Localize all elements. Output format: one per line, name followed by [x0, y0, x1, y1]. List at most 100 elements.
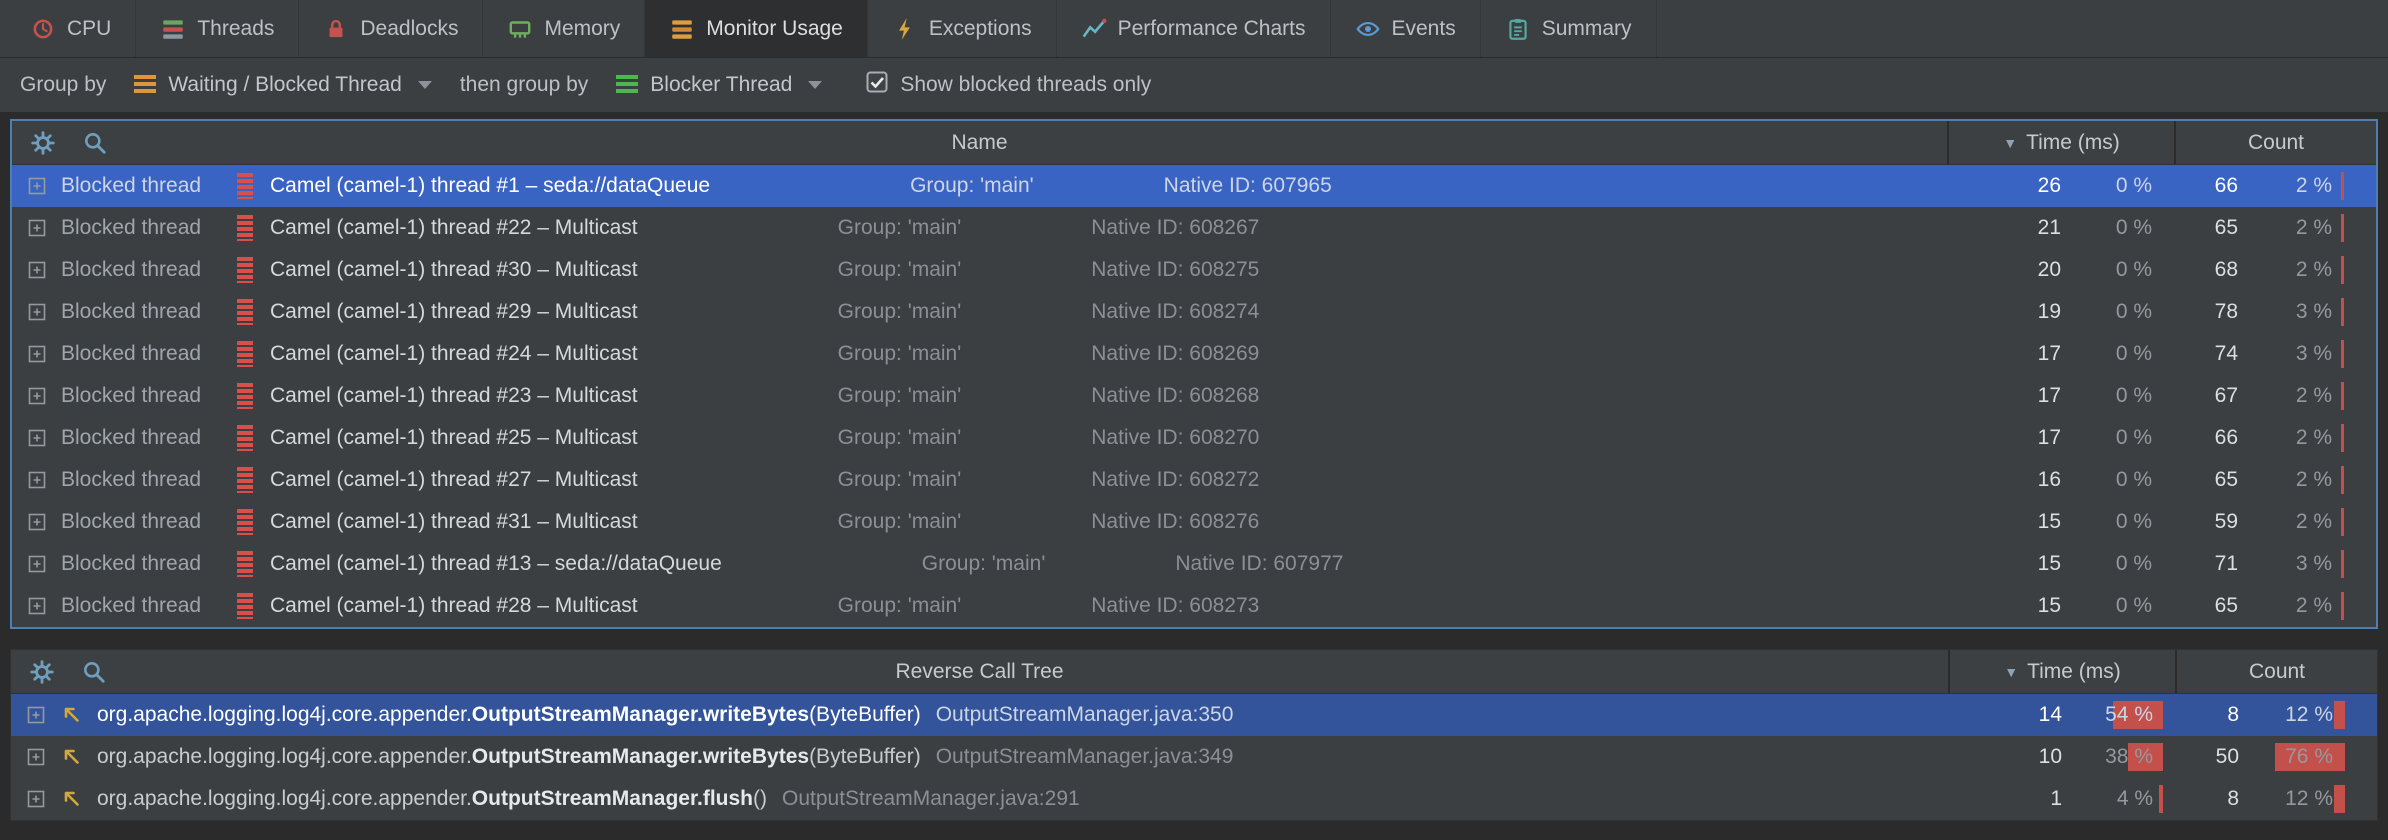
- column-header-name[interactable]: Name: [12, 131, 1947, 155]
- thread-row[interactable]: Blocked thread Camel (camel-1) thread #2…: [12, 333, 2376, 375]
- thread-name: Camel (camel-1) thread #23 – Multicast: [270, 384, 638, 408]
- count-value: 65: [2176, 216, 2238, 240]
- thread-row[interactable]: Blocked thread Camel (camel-1) thread #2…: [12, 291, 2376, 333]
- thread-group: Group: 'main': [838, 510, 962, 534]
- blocked-thread-state-icon: [237, 509, 253, 535]
- tab-label: Exceptions: [929, 17, 1032, 41]
- expand-plus-icon[interactable]: [28, 261, 46, 279]
- blocked-thread-state-icon: [237, 425, 253, 451]
- thread-state-label: Blocked thread: [61, 384, 233, 408]
- method-signature: org.apache.logging.log4j.core.appender.O…: [97, 745, 921, 769]
- expand-plus-icon[interactable]: [27, 790, 45, 808]
- percent-bar: [2341, 382, 2344, 410]
- expand-plus-icon[interactable]: [28, 387, 46, 405]
- tab-cpu[interactable]: CPU: [6, 0, 136, 57]
- time-value: 14: [1950, 703, 2062, 727]
- time-value: 26: [1949, 174, 2061, 198]
- tab-summary[interactable]: Summary: [1481, 0, 1657, 57]
- count-percent: 2 %: [2238, 258, 2376, 282]
- show-blocked-only-checkbox[interactable]: Show blocked threads only: [866, 71, 1151, 99]
- call-tree-title[interactable]: Reverse Call Tree: [11, 660, 1948, 684]
- percent-bar: [2159, 785, 2163, 813]
- time-value: 16: [1949, 468, 2061, 492]
- profiler-tab-bar: CPU Threads Deadlocks Memory Monitor Usa…: [0, 0, 2388, 58]
- expand-plus-icon[interactable]: [27, 706, 45, 724]
- expand-plus-icon[interactable]: [28, 513, 46, 531]
- count-value: 8: [2177, 703, 2239, 727]
- column-header-time[interactable]: Time (ms): [2027, 660, 2121, 684]
- call-tree-row[interactable]: org.apache.logging.log4j.core.appender.O…: [11, 778, 2377, 820]
- percent-bar: [2334, 785, 2345, 813]
- thread-row[interactable]: Blocked thread Camel (camel-1) thread #2…: [12, 207, 2376, 249]
- tab-monitor-usage[interactable]: Monitor Usage: [645, 0, 868, 57]
- thread-name: Camel (camel-1) thread #28 – Multicast: [270, 594, 638, 618]
- thread-state-label: Blocked thread: [61, 258, 233, 282]
- blocked-thread-state-icon: [237, 173, 253, 199]
- thread-state-label: Blocked thread: [61, 510, 233, 534]
- thread-row[interactable]: Blocked thread Camel (camel-1) thread #1…: [12, 543, 2376, 585]
- thread-row[interactable]: Blocked thread Camel (camel-1) thread #2…: [12, 417, 2376, 459]
- blocker-thread-icon: [616, 75, 638, 96]
- thread-row[interactable]: Blocked thread Camel (camel-1) thread #2…: [12, 585, 2376, 627]
- count-value: 65: [2176, 468, 2238, 492]
- thread-native-id: Native ID: 608272: [1091, 468, 1259, 492]
- checkbox-label: Show blocked threads only: [900, 73, 1151, 97]
- thread-row[interactable]: Blocked thread Camel (camel-1) thread #1…: [12, 165, 2376, 207]
- count-percent: 2 %: [2238, 468, 2376, 492]
- chevron-down-icon: [418, 81, 432, 89]
- expand-plus-icon[interactable]: [28, 471, 46, 489]
- tab-label: Threads: [197, 17, 274, 41]
- thread-native-id: Native ID: 608270: [1091, 426, 1259, 450]
- group-by-first-dropdown[interactable]: Waiting / Blocked Thread: [126, 68, 439, 102]
- method-callback-arrow-icon: [60, 787, 84, 811]
- expand-plus-icon[interactable]: [28, 303, 46, 321]
- count-percent: 3 %: [2238, 342, 2376, 366]
- events-eye-icon: [1355, 16, 1381, 42]
- percent-bar: [2341, 340, 2344, 368]
- tab-memory[interactable]: Memory: [483, 0, 645, 57]
- method-signature: org.apache.logging.log4j.core.appender.O…: [97, 703, 921, 727]
- count-value: 74: [2176, 342, 2238, 366]
- column-header-count[interactable]: Count: [2249, 660, 2305, 684]
- thread-name: Camel (camel-1) thread #29 – Multicast: [270, 300, 638, 324]
- thread-group: Group: 'main': [838, 468, 962, 492]
- expand-plus-icon[interactable]: [28, 555, 46, 573]
- expand-plus-icon[interactable]: [27, 748, 45, 766]
- tab-label: Performance Charts: [1118, 17, 1306, 41]
- tab-performance-charts[interactable]: Performance Charts: [1057, 0, 1331, 57]
- count-value: 66: [2176, 426, 2238, 450]
- percent-bar: [2341, 592, 2344, 620]
- count-percent: 2 %: [2238, 594, 2376, 618]
- tab-label: Monitor Usage: [706, 17, 843, 41]
- thread-native-id: Native ID: 608275: [1091, 258, 1259, 282]
- expand-plus-icon[interactable]: [28, 597, 46, 615]
- thread-row[interactable]: Blocked thread Camel (camel-1) thread #3…: [12, 501, 2376, 543]
- thread-group: Group: 'main': [838, 342, 962, 366]
- expand-plus-icon[interactable]: [28, 429, 46, 447]
- column-header-time[interactable]: Time (ms): [2026, 131, 2120, 155]
- threads-table-body: Blocked thread Camel (camel-1) thread #1…: [12, 165, 2376, 627]
- tab-events[interactable]: Events: [1331, 0, 1481, 57]
- time-percent: 0 %: [2061, 594, 2174, 618]
- reverse-call-tree-panel: Reverse Call Tree ▼ Time (ms) Count o: [10, 649, 2378, 821]
- thread-row[interactable]: Blocked thread Camel (camel-1) thread #2…: [12, 459, 2376, 501]
- thread-row[interactable]: Blocked thread Camel (camel-1) thread #2…: [12, 375, 2376, 417]
- blocked-threads-panel: Name ▼ Time (ms) Count Blocked thread Ca…: [10, 119, 2378, 629]
- monitor-usage-icon: [669, 16, 695, 42]
- tab-deadlocks[interactable]: Deadlocks: [299, 0, 483, 57]
- thread-group: Group: 'main': [838, 384, 962, 408]
- thread-name: Camel (camel-1) thread #30 – Multicast: [270, 258, 638, 282]
- thread-row[interactable]: Blocked thread Camel (camel-1) thread #3…: [12, 249, 2376, 291]
- call-tree-row[interactable]: org.apache.logging.log4j.core.appender.O…: [11, 694, 2377, 736]
- time-percent: 0 %: [2061, 300, 2174, 324]
- expand-plus-icon[interactable]: [28, 219, 46, 237]
- call-tree-row[interactable]: org.apache.logging.log4j.core.appender.O…: [11, 736, 2377, 778]
- expand-plus-icon[interactable]: [28, 345, 46, 363]
- expand-plus-icon[interactable]: [28, 177, 46, 195]
- tab-threads[interactable]: Threads: [136, 0, 299, 57]
- time-percent: 0 %: [2061, 468, 2174, 492]
- group-by-second-dropdown[interactable]: Blocker Thread: [608, 68, 830, 102]
- tab-exceptions[interactable]: Exceptions: [868, 0, 1057, 57]
- source-location: OutputStreamManager.java:291: [782, 787, 1080, 811]
- column-header-count[interactable]: Count: [2248, 131, 2304, 155]
